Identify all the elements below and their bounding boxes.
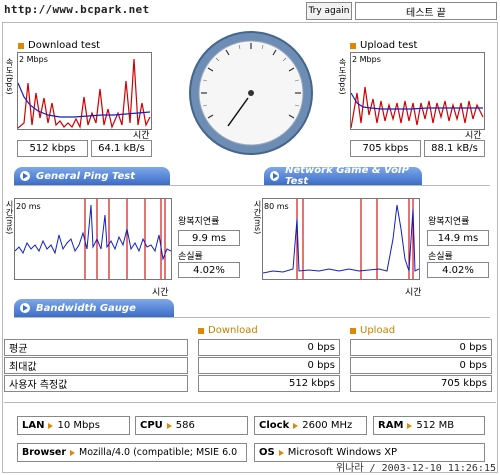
upload-kbps: 705 kbps (350, 140, 421, 157)
gauge-download-header: Download (198, 325, 258, 336)
triangle-right-icon (166, 422, 172, 429)
gauge-row-upload: 705 kbps (350, 375, 492, 392)
ping-rtt-label: 왕복지연률 (178, 217, 220, 227)
cpu-info: CPU 586 (135, 416, 248, 435)
speed-dial (188, 30, 314, 156)
orange-square-icon (198, 327, 204, 334)
orange-square-icon (18, 42, 24, 49)
download-title: Download test (18, 40, 100, 51)
test-status-box: 테스트 끝 (355, 2, 497, 20)
gauge-row-download: 0 bps (198, 357, 340, 374)
arrow-right-icon (20, 303, 30, 313)
gauge-row-upload: 0 bps (350, 357, 492, 374)
ping-rtt-value: 9.9 ms (178, 230, 240, 246)
section-divider (14, 317, 490, 318)
lan-info: LAN 10 Mbps (17, 416, 130, 435)
game-scale: 80 ms (264, 202, 289, 211)
ping-test-banner: General Ping Test (14, 167, 170, 185)
orange-square-icon (350, 327, 356, 334)
game-time-label: 시간 (405, 288, 422, 298)
section-divider (14, 185, 490, 186)
footer-timestamp: 위나라 / 2003-12-10 11:26:15 (335, 463, 496, 474)
game-rtt-label: 왕복지연률 (428, 217, 470, 227)
download-axis-label: 속도(bps) (5, 58, 14, 95)
triangle-right-icon (293, 422, 299, 429)
ping-loss-value: 4.02% (178, 262, 240, 278)
ping-time-label: 시간 (152, 288, 169, 298)
gauge-row-upload: 0 bps (350, 339, 492, 356)
site-url: http://www.bcpark.net (4, 3, 150, 16)
ram-info: RAM 512 MB (373, 416, 485, 435)
bandwidth-gauge-banner: Bandwidth Gauge (14, 299, 174, 317)
clock-info: Clock 2600 MHz (254, 416, 367, 435)
triangle-right-icon (70, 449, 76, 456)
gauge-row-download: 512 kbps (198, 375, 340, 392)
game-loss-value: 4.02% (427, 262, 489, 278)
gauge-row-label: 최대값 (4, 357, 188, 374)
upload-title: Upload test (350, 40, 417, 51)
download-kbps: 512 kbps (17, 140, 88, 157)
arrow-right-icon (20, 171, 30, 181)
triangle-right-icon (407, 422, 413, 429)
game-rtt-value: 14.9 ms (427, 230, 489, 246)
game-loss-label: 손실률 (428, 252, 453, 262)
gauge-row-label: 사용자 측정값 (4, 375, 188, 392)
download-scale: 2 Mbps (19, 55, 48, 64)
gauge-upload-header: Upload (350, 325, 395, 336)
triangle-right-icon (48, 422, 54, 429)
section-divider (4, 402, 496, 403)
try-again-button[interactable]: Try again (306, 2, 352, 20)
upload-scale: 2 Mbps (352, 55, 381, 64)
upload-axis-label: 속도(bps) (338, 58, 347, 95)
ping-loss-label: 손실률 (178, 252, 203, 262)
triangle-right-icon (278, 449, 284, 456)
arrow-right-icon (270, 171, 280, 181)
gauge-row-label: 평균 (4, 339, 188, 356)
browser-info: Browser Mozilla/4.0 (compatible; MSIE 6.0 (17, 443, 247, 462)
download-kBs: 64.1 kB/s (91, 140, 152, 157)
orange-square-icon (350, 42, 356, 49)
upload-kBs: 88.1 kB/s (424, 140, 485, 157)
ping-scale: 20 ms (16, 202, 41, 211)
gauge-row-download: 0 bps (198, 339, 340, 356)
game-test-banner: Network Game & VoIP Test (264, 165, 422, 187)
